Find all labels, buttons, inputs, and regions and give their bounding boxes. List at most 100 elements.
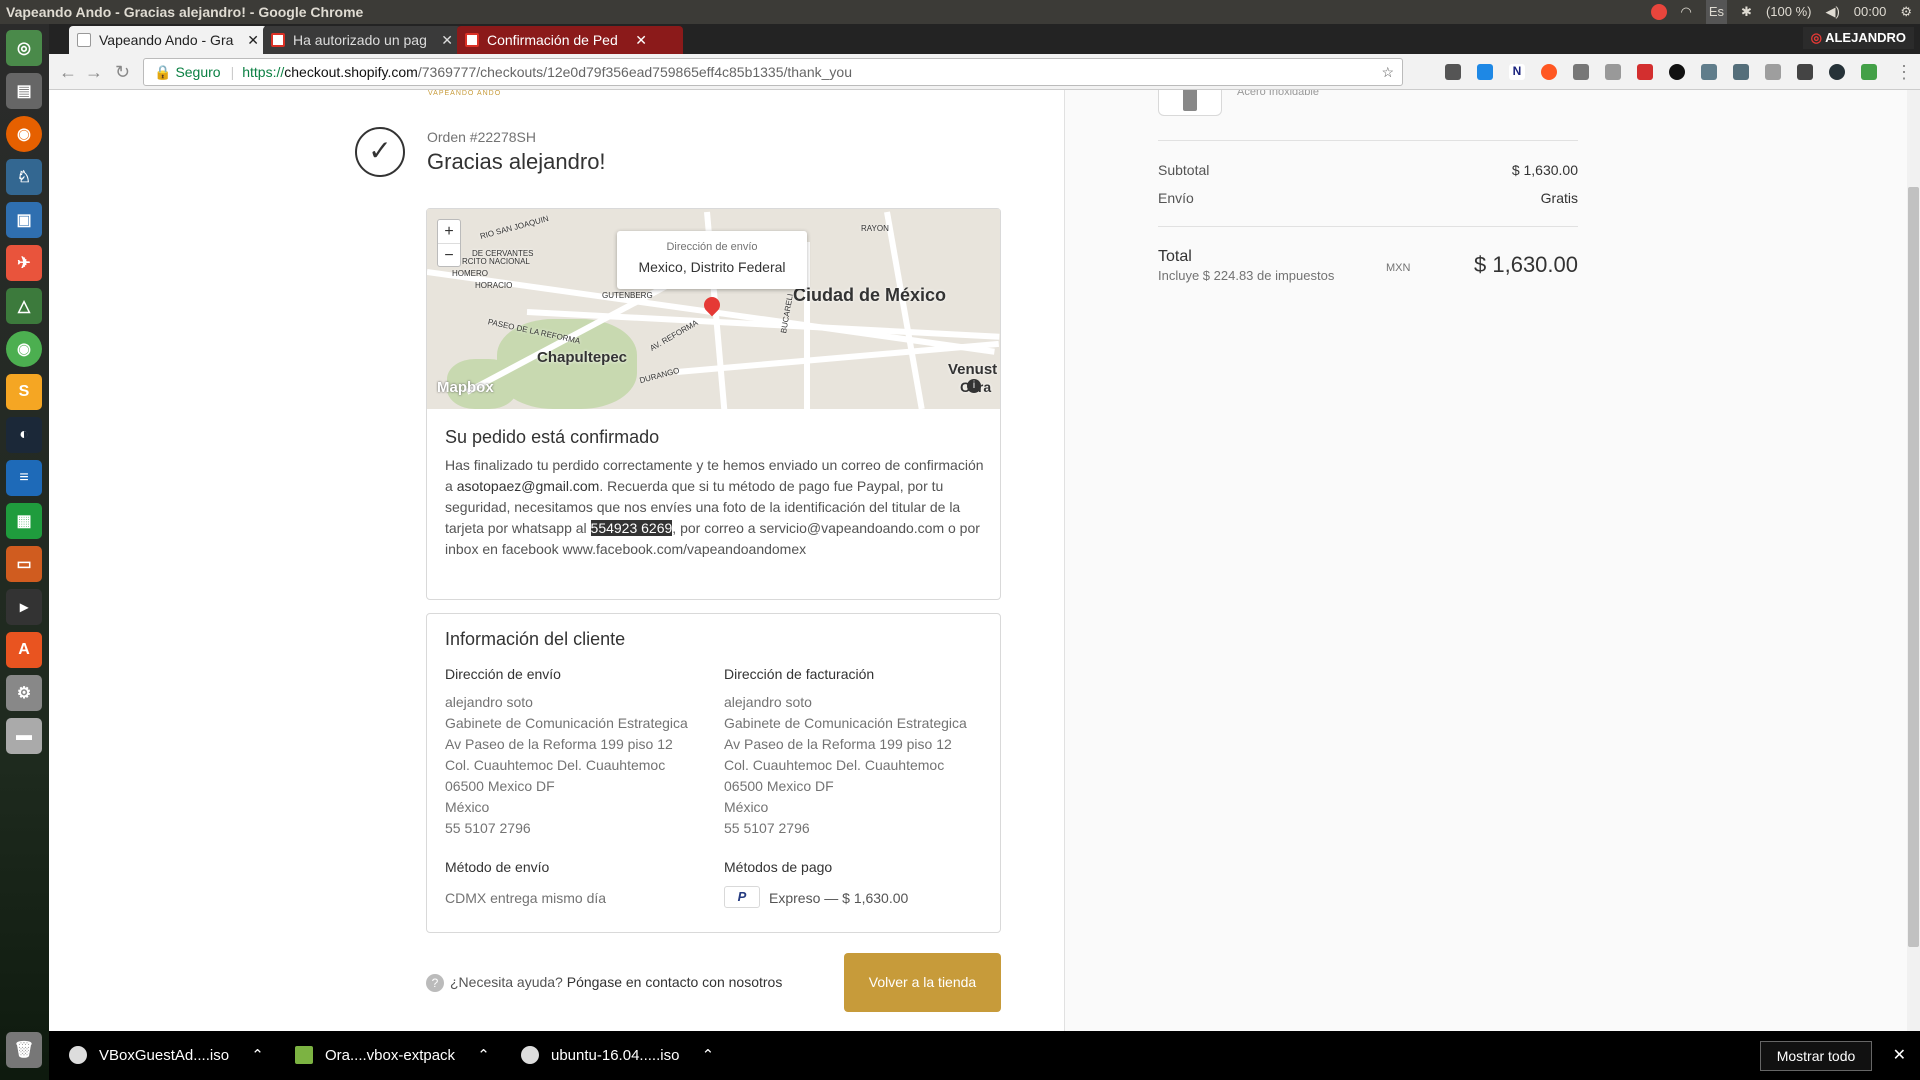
address-line: 55 5107 2796: [445, 820, 531, 836]
show-all-button[interactable]: Mostrar todo: [1760, 1041, 1872, 1071]
forward-icon[interactable]: →: [85, 62, 103, 83]
settings-icon[interactable]: ⚙: [6, 675, 42, 711]
extension-icon[interactable]: [1541, 64, 1557, 80]
map-label: HOMERO: [452, 269, 488, 278]
disk-icon[interactable]: ▬: [6, 718, 42, 754]
dash-home-icon[interactable]: ◎: [6, 30, 42, 66]
extension-icon[interactable]: [1861, 64, 1877, 80]
bookmark-star-icon[interactable]: ☆: [1381, 59, 1394, 85]
download-item[interactable]: VBoxGuestAd....iso ⌃: [63, 1031, 283, 1080]
volume-icon[interactable]: ◀): [1825, 0, 1839, 24]
sublime-icon[interactable]: S: [6, 374, 42, 410]
map-label: DURANGO: [638, 365, 681, 386]
shipping-map[interactable]: Ciudad de México Chapultepec Venust Cara…: [427, 209, 1000, 409]
address-bar[interactable]: 🔒 Seguro | https://checkout.shopify.com/736…: [143, 58, 1403, 86]
new-tab-button[interactable]: [647, 26, 683, 54]
extension-icon[interactable]: [1797, 64, 1813, 80]
extension-icon[interactable]: [1701, 64, 1717, 80]
clock[interactable]: 00:00: [1854, 0, 1887, 24]
software-center-icon[interactable]: A: [6, 632, 42, 668]
map-label: RIO SAN JOAQUIN: [479, 214, 550, 241]
whatsapp-phone: 554923 6269: [590, 520, 673, 536]
close-downloads-button[interactable]: ✕: [1893, 1045, 1906, 1065]
confirmed-title: Su pedido está confirmado: [445, 427, 660, 447]
contact-link[interactable]: Póngase en contacto con nosotros: [567, 974, 783, 990]
extension-icon[interactable]: [1829, 64, 1845, 80]
map-label-chapultepec: Chapultepec: [537, 349, 628, 366]
download-label: VBoxGuestAd....iso: [99, 1047, 230, 1064]
return-to-store-button[interactable]: Volver a la tienda: [844, 953, 1001, 1012]
writer-icon[interactable]: ≡: [6, 460, 42, 496]
files-icon[interactable]: ▤: [6, 73, 42, 109]
zoom-in-button[interactable]: +: [438, 220, 460, 243]
billing-address-heading: Dirección de facturación: [724, 666, 875, 682]
chrome-icon[interactable]: ◉: [6, 331, 42, 367]
reload-icon[interactable]: ↻: [115, 62, 130, 83]
tab-strip: Vapeando Ando - Gra ✕ Ha autorizado un p…: [49, 24, 1920, 54]
menu-icon[interactable]: ⋮: [1895, 62, 1913, 83]
chevron-up-icon[interactable]: ⌃: [251, 1047, 264, 1064]
payment-method: Expreso — $ 1,630.00: [769, 890, 909, 906]
bluetooth-icon[interactable]: ✱: [1741, 0, 1752, 24]
checkmark-icon: ✓: [355, 127, 405, 177]
help-icon: ?: [426, 974, 444, 992]
steam-icon[interactable]: ◐: [6, 417, 42, 453]
tab-paypal[interactable]: Ha autorizado un pag ✕: [263, 26, 461, 54]
terminal-icon[interactable]: ▸: [6, 589, 42, 625]
map-label-venustiano: Venust: [948, 361, 998, 378]
tab-confirmacion[interactable]: Confirmación de Ped ✕: [457, 26, 655, 54]
map-label-city: Ciudad de México: [793, 285, 947, 305]
extension-icon[interactable]: [1445, 64, 1461, 80]
shipping-label: Envío: [1158, 190, 1194, 206]
shipping-method-heading: Método de envío: [445, 859, 550, 875]
trash-icon[interactable]: 🗑: [6, 1032, 42, 1068]
address-line: alejandro soto: [445, 694, 533, 710]
virtualbox-icon[interactable]: ▣: [6, 202, 42, 238]
postman-icon[interactable]: ✈: [6, 245, 42, 281]
chevron-up-icon[interactable]: ⌃: [702, 1047, 715, 1064]
battery-indicator[interactable]: (100 %): [1766, 0, 1812, 24]
extension-icon[interactable]: [1605, 64, 1621, 80]
back-icon[interactable]: ←: [59, 62, 77, 83]
tab-vapeando[interactable]: Vapeando Ando - Gra ✕: [69, 26, 267, 54]
page-icon: [77, 33, 91, 47]
mapbox-logo[interactable]: Mapbox: [437, 379, 494, 396]
geogebra-icon[interactable]: △: [6, 288, 42, 324]
scrollbar-thumb[interactable]: [1908, 187, 1919, 947]
close-icon[interactable]: ✕: [247, 26, 259, 54]
close-icon[interactable]: ✕: [441, 26, 453, 54]
popup-label: Dirección de envío: [666, 241, 758, 253]
wifi-icon[interactable]: ◠: [1681, 0, 1692, 24]
extension-icon[interactable]: [1669, 64, 1685, 80]
firefox-icon[interactable]: ◉: [6, 116, 42, 152]
gear-icon[interactable]: ⚙: [1900, 0, 1912, 24]
download-item[interactable]: Ora....vbox-extpack ⌃: [289, 1031, 509, 1080]
extension-icon[interactable]: [1765, 64, 1781, 80]
extension-icon[interactable]: [1637, 64, 1653, 80]
info-icon[interactable]: i: [967, 379, 981, 393]
profile-button[interactable]: ◎ ALEJANDRO: [1802, 27, 1914, 49]
extension-icon[interactable]: N: [1509, 64, 1525, 80]
url-path: /7369777/checkouts/12e0d79f356ead759865e…: [417, 64, 852, 80]
currency-code: MXN: [1386, 262, 1411, 274]
disc-icon: [521, 1046, 539, 1064]
calc-icon[interactable]: ▦: [6, 503, 42, 539]
order-number: Orden #22278SH: [427, 129, 536, 145]
keyboard-indicator[interactable]: Es: [1705, 0, 1728, 24]
map-zoom-control: + −: [437, 219, 461, 267]
pgadmin-icon[interactable]: ♘: [6, 159, 42, 195]
extension-icon[interactable]: [1733, 64, 1749, 80]
chrome-tray-icon[interactable]: [1650, 4, 1667, 20]
impress-icon[interactable]: ▭: [6, 546, 42, 582]
extension-icon[interactable]: [1477, 64, 1493, 80]
extension-icon[interactable]: [1573, 64, 1589, 80]
address-line: 06500 Mexico DF: [445, 778, 555, 794]
close-icon[interactable]: ✕: [635, 26, 647, 54]
store-logo[interactable]: VAPEANDO ANDO: [428, 90, 501, 97]
main-content: VAPEANDO ANDO ✓ Orden #22278SH Gracias a…: [49, 90, 1065, 1031]
chevron-up-icon[interactable]: ⌃: [477, 1047, 490, 1064]
product-variant: Acero Inoxidable: [1237, 90, 1319, 98]
zoom-out-button[interactable]: −: [438, 243, 460, 267]
downloads-bar: VBoxGuestAd....iso ⌃ Ora....vbox-extpack…: [49, 1031, 1920, 1080]
download-item[interactable]: ubuntu-16.04.....iso ⌃: [515, 1031, 735, 1080]
